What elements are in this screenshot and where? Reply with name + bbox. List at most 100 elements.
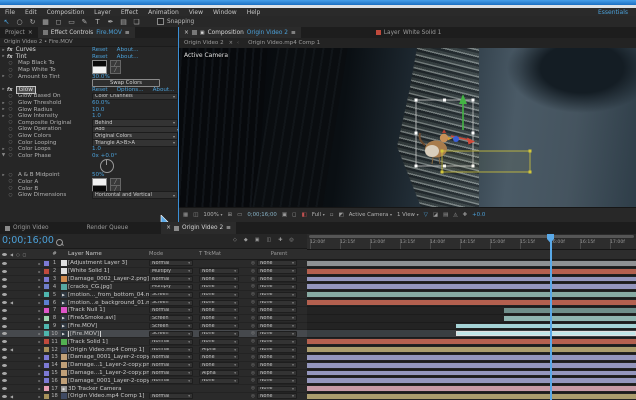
parent-pickwhip-icon[interactable]: ◎: [251, 347, 255, 352]
layer-label-color[interactable]: [44, 292, 49, 297]
layer-duration-bar[interactable]: [456, 324, 636, 329]
trkmat-dropdown[interactable]: None▾: [199, 268, 239, 274]
layer-row-4[interactable]: ▸4[cracks_CG.jpg]Multiply▾None▾◎None▾: [0, 283, 307, 291]
audio-icon[interactable]: ◀: [10, 300, 13, 305]
video-visibility-icon[interactable]: [2, 262, 7, 265]
roi-icon[interactable]: ▫: [330, 212, 334, 218]
expand-arrow-icon[interactable]: ▸: [36, 371, 43, 376]
parent-pickwhip-icon[interactable]: ◎: [251, 394, 255, 399]
parent-dropdown[interactable]: None▾: [257, 362, 297, 368]
layer-duration-bar[interactable]: [307, 386, 636, 391]
grid-guides-icon[interactable]: ⊞: [228, 212, 233, 218]
col-number[interactable]: #: [50, 251, 59, 257]
layer-row-8[interactable]: ▸8▶[Fire&Smoke.avi]Screen▾None▾◎None▾: [0, 315, 307, 323]
video-visibility-icon[interactable]: [2, 364, 7, 367]
expand-arrow-icon[interactable]: ▸: [36, 316, 43, 321]
stopwatch-icon[interactable]: ○: [7, 61, 14, 66]
property-dropdown[interactable]: Horizontal and Vertical▾: [92, 191, 178, 199]
parent-pickwhip-icon[interactable]: ◎: [251, 386, 255, 391]
trkmat-dropdown[interactable]: None▾: [199, 331, 239, 337]
stopwatch-icon[interactable]: ○: [7, 147, 14, 152]
trkmat-dropdown[interactable]: None▾: [199, 354, 239, 360]
expand-arrow-icon[interactable]: ▸: [36, 324, 43, 329]
layer-label-color[interactable]: [44, 394, 49, 399]
stopwatch-icon[interactable]: ○: [7, 153, 14, 158]
layer-name[interactable]: 3D Tracker Camera: [68, 386, 122, 392]
options-link[interactable]: Options...: [117, 87, 144, 93]
layer-name[interactable]: [motion..._from_bottom_04.mp4]: [68, 292, 149, 298]
parent-pickwhip-icon[interactable]: ◎: [251, 308, 255, 313]
trkmat-dropdown[interactable]: None▾: [199, 307, 239, 313]
layer-row-16[interactable]: ▸16[Damage_0001_Layer-2-copy.png]Normal▾…: [0, 377, 307, 385]
parent-dropdown[interactable]: None▾: [257, 378, 297, 384]
subtab-origin-video-2[interactable]: Origin Video 2: [179, 40, 229, 46]
parent-dropdown[interactable]: None▾: [257, 292, 297, 298]
layer-row-11[interactable]: ▸11[Track Solid 1]Normal▾None▾◎None▾: [0, 338, 307, 346]
video-visibility-icon[interactable]: [2, 309, 7, 312]
menu-edit[interactable]: Edit: [20, 9, 42, 16]
stopwatch-icon[interactable]: ○: [7, 186, 14, 191]
menu-window[interactable]: Window: [208, 9, 242, 16]
layer-label-color[interactable]: [44, 355, 49, 360]
layer-row-10[interactable]: ▸10▶[Fire.MOV]Screen▾None▾◎None▾: [0, 330, 307, 338]
blend-mode-dropdown[interactable]: Normal▾: [149, 276, 193, 282]
pan-behind-tool-icon[interactable]: ◻: [52, 18, 65, 26]
tab-render-queue[interactable]: Render Queue: [82, 222, 134, 234]
clone-stamp-tool-icon[interactable]: ▤: [117, 18, 130, 26]
col-trkmat[interactable]: T TrkMat: [199, 251, 251, 257]
pixel-aspect-icon[interactable]: ▽: [424, 212, 428, 218]
layer-label-color[interactable]: [44, 363, 49, 368]
parent-dropdown[interactable]: None▾: [257, 284, 297, 290]
layer-duration-bar[interactable]: [307, 284, 636, 289]
expand-arrow-icon[interactable]: ▸: [36, 394, 43, 399]
menu-layer[interactable]: Layer: [89, 9, 116, 16]
layer-name[interactable]: [Fire.MOV]: [68, 323, 97, 329]
video-visibility-icon[interactable]: [2, 356, 7, 359]
parent-pickwhip-icon[interactable]: ◎: [251, 339, 255, 344]
layer-duration-bar[interactable]: [307, 277, 636, 282]
video-visibility-icon[interactable]: [2, 395, 7, 398]
blend-mode-dropdown[interactable]: Normal▾: [149, 362, 193, 368]
trkmat-dropdown[interactable]: None▾: [199, 292, 239, 298]
composition-viewport[interactable]: Active Camera: [179, 48, 636, 207]
layer-label-color[interactable]: [44, 308, 49, 313]
expand-arrow-icon[interactable]: ▸: [36, 339, 43, 344]
layer-duration-bar[interactable]: [456, 331, 636, 336]
mask-visibility-icon[interactable]: ▭: [237, 212, 242, 218]
menu-composition[interactable]: Composition: [42, 9, 89, 16]
property-value[interactable]: 60.0%: [92, 100, 110, 106]
tab-origin-video-2[interactable]: × Origin Video 2 ≡: [161, 222, 236, 234]
close-icon[interactable]: ×: [28, 30, 33, 36]
layer-duration-bar[interactable]: [307, 394, 636, 399]
parent-pickwhip-icon[interactable]: ◎: [251, 269, 255, 274]
layer-row-9[interactable]: ▸9▶[Fire.MOV]Screen▾None▾◎None▾: [0, 323, 307, 331]
motion-blur-icon[interactable]: ▣: [255, 237, 260, 243]
layer-label-color[interactable]: [44, 284, 49, 289]
parent-pickwhip-icon[interactable]: ◎: [251, 331, 255, 336]
blend-mode-dropdown[interactable]: Screen▾: [149, 315, 193, 321]
layer-name[interactable]: [motion...e_background_01.mp4]: [68, 300, 149, 306]
stopwatch-icon[interactable]: ○: [7, 107, 14, 112]
expand-arrow-icon[interactable]: ▸: [36, 378, 43, 383]
layer-name[interactable]: [Damage...1_Layer-2-copy.png]: [68, 362, 149, 368]
parent-pickwhip-icon[interactable]: ◎: [251, 316, 255, 321]
layer-row-15[interactable]: ▸15[Damage...1_Layer-2-copy.png]Normal▾A…: [0, 370, 307, 378]
graph-editor-icon[interactable]: ◎: [289, 237, 293, 243]
menu-animation[interactable]: Animation: [143, 9, 184, 16]
stopwatch-icon[interactable]: ○: [7, 140, 14, 145]
brainstorm-icon[interactable]: ◫: [266, 237, 271, 243]
blend-mode-dropdown[interactable]: Screen▾: [149, 292, 193, 298]
tab-origin-video[interactable]: Origin Video: [0, 222, 54, 234]
preview-timecode[interactable]: 0;00;16;00: [247, 212, 276, 218]
parent-pickwhip-icon[interactable]: ◎: [251, 378, 255, 383]
blend-mode-dropdown[interactable]: Screen▾: [149, 300, 193, 306]
lock-icon[interactable]: ▢: [23, 252, 27, 257]
layer-name[interactable]: [Damage_0002_Layer-2.png]: [68, 276, 149, 282]
expand-arrow-icon[interactable]: ▸: [36, 331, 43, 336]
mask-outline[interactable]: [442, 151, 530, 172]
gizmo-z-handle[interactable]: [453, 136, 459, 142]
effect-curves[interactable]: ▸fxCurvesResetAbout...: [0, 47, 178, 54]
blend-mode-dropdown[interactable]: Normal▾: [149, 370, 193, 376]
expand-arrow-icon[interactable]: ▸: [36, 355, 43, 360]
layer-name[interactable]: [Damage...1_Layer-2-copy.png]: [68, 370, 149, 376]
